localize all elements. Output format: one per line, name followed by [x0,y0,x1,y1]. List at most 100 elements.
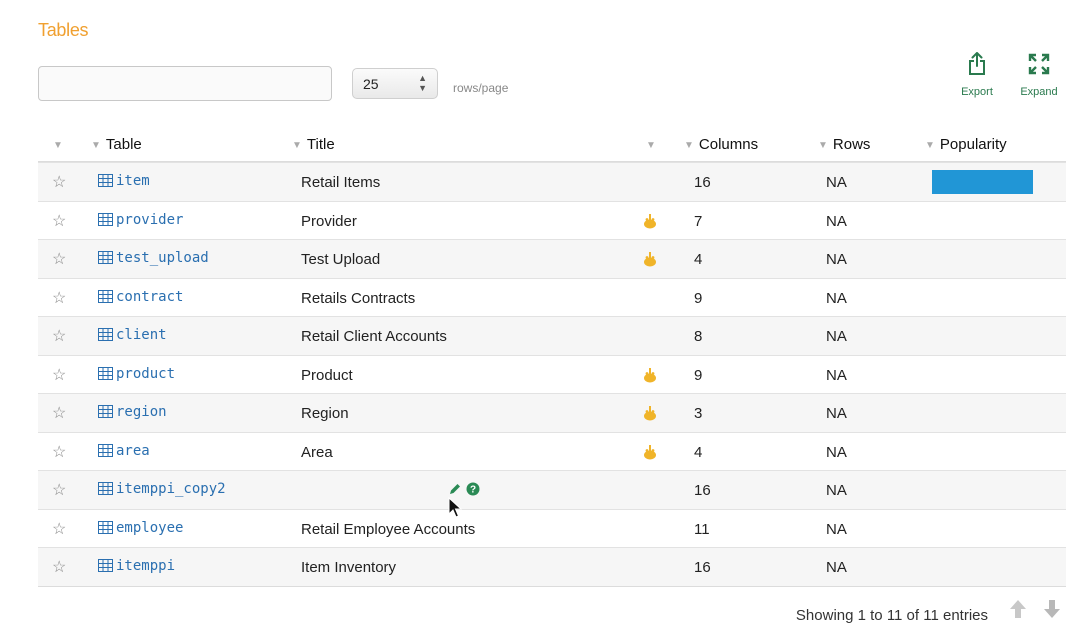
table-title[interactable]: Region [301,405,349,422]
star-icon[interactable]: ☆ [52,519,66,539]
export-button[interactable]: Export [955,52,999,98]
hadoop-icon [644,367,656,382]
export-icon [969,52,985,75]
table-title[interactable]: Retails Contracts [301,290,415,307]
star-icon[interactable]: ☆ [52,326,66,346]
table-title[interactable]: Retail Employee Accounts [301,521,475,538]
table-name-link[interactable]: itemppi [98,558,175,574]
expand-label: Expand [1020,86,1058,98]
table-title[interactable]: Test Upload [301,251,380,268]
favorite-column-header[interactable]: ▼ [53,136,68,153]
mouse-cursor-icon [448,497,462,518]
table-title[interactable]: Item Inventory [301,559,396,576]
star-icon[interactable]: ☆ [52,442,66,462]
star-icon[interactable]: ☆ [52,288,66,308]
table-row[interactable]: ☆ test_upload Test Upload 4 NA [38,239,1066,278]
column-count: 16 [694,559,711,576]
table-row[interactable]: ☆ client Retail Client Accounts 8 NA [38,316,1066,355]
table-icon [98,443,113,457]
table-title[interactable]: Retail Items [301,174,380,191]
table-title[interactable]: Area [301,444,333,461]
help-icon[interactable]: ? [466,482,480,496]
table-title[interactable]: Product [301,367,353,384]
table-name: client [116,327,167,343]
header-label: Table [105,136,142,153]
sort-icon: ▼ [925,140,935,151]
column-count: 3 [694,405,703,422]
table-name: product [116,365,176,382]
expand-icon [1028,53,1050,75]
table-name-link[interactable]: contract [98,289,183,305]
pencil-icon[interactable] [448,482,462,496]
hadoop-icon [644,406,656,421]
rows-column-header[interactable]: ▼ Rows [818,136,870,153]
page-size-select[interactable]: 25 ▲ ▼ [352,68,438,99]
table-row[interactable]: ☆ area Area 4 NA [38,431,1066,471]
table-name-link[interactable]: itemppi_copy2 [98,481,226,497]
popularity-column-header[interactable]: ▼ Popularity [925,136,1007,153]
columns-column-header[interactable]: ▼ Columns [684,136,758,153]
table-name-link[interactable]: item [98,173,150,189]
table-header: ▼ ▼ Table ▼ Title ▼ ▼ Columns ▼ Rows ▼ Popula… [38,126,1066,162]
table-name-link[interactable]: client [98,327,167,343]
table-name-link[interactable]: provider [98,212,183,228]
column-count: 16 [694,482,711,499]
table-row[interactable]: ☆ item Retail Items 16 NA [38,162,1066,201]
table-icon [98,328,113,341]
table-icon [98,405,113,418]
sort-icon: ▼ [91,140,101,151]
table-title[interactable]: Provider [301,213,357,230]
select-arrows-icon: ▲ ▼ [418,73,427,93]
flag-column-header[interactable]: ▼ [646,136,661,153]
svg-text:?: ? [470,484,476,495]
star-icon[interactable]: ☆ [52,249,66,269]
hadoop-icon [644,444,656,459]
column-count: 9 [694,366,703,384]
arrow-down-icon[interactable] [1042,598,1062,620]
header-label: Rows [832,136,871,153]
title-column-header[interactable]: ▼ Title [292,136,335,153]
entries-info: Showing 1 to 11 of 11 entries [795,607,988,624]
table-row[interactable]: ☆ contract Retails Contracts 9 NA [38,277,1066,317]
star-icon[interactable]: ☆ [52,480,66,500]
table-row[interactable]: ☆ itemppi_copy2 ? 16 NA [38,470,1066,509]
table-row[interactable]: ☆ region Region 3 NA [38,393,1066,432]
popularity-bar [932,170,1033,194]
table-name-link[interactable]: employee [98,520,183,536]
table-row[interactable]: ☆ employee Retail Employee Accounts 11 N… [38,508,1066,548]
table-icon [98,289,113,303]
title-edit-tools: ? [448,480,480,498]
table-icon [98,174,113,187]
sort-icon: ▼ [818,140,828,151]
star-icon[interactable]: ☆ [52,211,66,231]
table-icon [98,366,113,380]
column-count: 4 [694,251,703,268]
table-name-link[interactable]: area [98,443,150,459]
arrow-up-icon[interactable] [1008,598,1028,620]
column-count: 11 [694,520,710,538]
table-title[interactable]: Retail Client Accounts [301,328,447,345]
star-icon[interactable]: ☆ [52,403,66,423]
star-icon[interactable]: ☆ [52,172,66,192]
table-name: area [116,442,150,459]
row-count: NA [826,520,847,538]
table-row[interactable]: ☆ itemppi Item Inventory 16 NA [38,547,1066,586]
tables-grid: ▼ ▼ Table ▼ Title ▼ ▼ Columns ▼ Rows ▼ Popula… [38,126,1066,587]
table-row[interactable]: ☆ provider Provider 7 NA [38,200,1066,240]
star-icon[interactable]: ☆ [52,365,66,385]
table-column-header[interactable]: ▼ Table [91,136,142,153]
export-label: Export [961,86,993,98]
search-input[interactable] [38,66,332,101]
table-name-link[interactable]: test_upload [98,250,209,266]
column-count: 9 [694,289,703,307]
table-name-link[interactable]: product [98,366,175,382]
expand-button[interactable]: Expand [1014,52,1064,98]
table-row[interactable]: ☆ product Product 9 NA [38,354,1066,394]
table-icon [98,482,113,495]
table-icon [98,559,113,572]
column-count: 16 [694,174,711,191]
table-name-link[interactable]: region [98,404,167,420]
column-count: 4 [694,443,703,461]
row-count: NA [826,289,847,307]
star-icon[interactable]: ☆ [52,557,66,577]
